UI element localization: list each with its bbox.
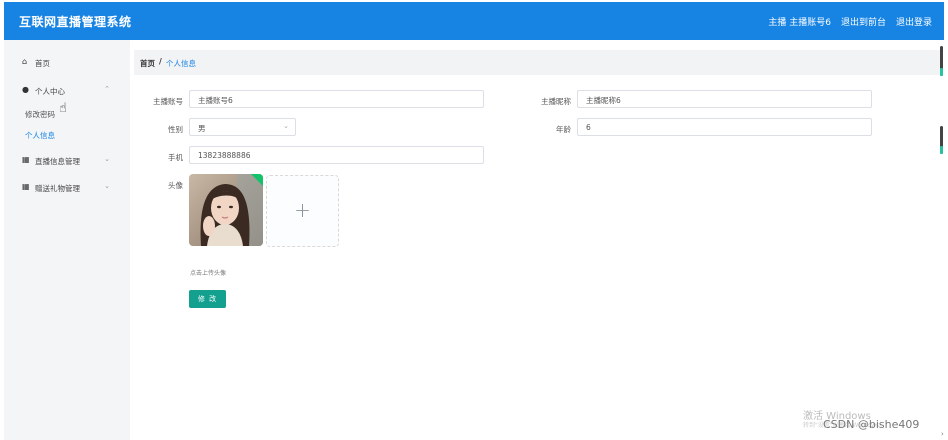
avatar-label: 头像 [168, 181, 183, 190]
scrollbar-accent-secondary [940, 146, 943, 154]
nickname-field[interactable]: 主播昵称6 [577, 90, 872, 108]
phone-label: 手机 [168, 153, 183, 162]
upload-hint: 点击上传头像 [190, 270, 227, 277]
breadcrumb-separator: / [159, 57, 162, 66]
breadcrumb-home[interactable]: 首页 [140, 58, 155, 69]
logout-link[interactable]: 退出登录 [896, 15, 932, 28]
header-actions: 主播 主播账号6 退出到前台 退出登录 [768, 15, 932, 28]
scrollbar-accent [940, 68, 943, 76]
current-user-label: 主播 主播账号6 [768, 18, 831, 28]
user-icon: ● [22, 85, 29, 94]
plus-icon: + [294, 198, 311, 222]
age-label: 年龄 [556, 125, 571, 134]
sidebar-item-personal-center[interactable]: ● 个人中心 ⌃ [4, 81, 130, 101]
account-label: 主播账号 [153, 97, 183, 106]
sidebar-item-gift-mgmt[interactable]: ▦ 赠送礼物管理 ⌄ [4, 178, 130, 198]
phone-field[interactable]: 13823888886 [189, 146, 484, 164]
chevron-down-icon: ⌄ [283, 122, 289, 130]
gender-label: 性别 [168, 125, 183, 134]
home-icon: ⌂ [22, 57, 28, 66]
sidebar-item-label: 首页 [35, 59, 50, 68]
grid-icon: ▦ [22, 182, 30, 191]
gender-select[interactable]: 男 ⌄ [189, 118, 296, 136]
corner-arrow-icon: › [941, 430, 944, 438]
app-title: 互联网直播管理系统 [19, 15, 132, 29]
age-field[interactable]: 6 [577, 118, 872, 136]
sidebar-item-home[interactable]: ⌂ 首页 [4, 53, 130, 73]
gender-value: 男 [198, 124, 206, 133]
update-button[interactable]: 修 改 [189, 290, 226, 308]
chevron-up-icon: ⌃ [104, 85, 110, 93]
nickname-label: 主播昵称 [541, 97, 571, 106]
chevron-down-icon: ⌄ [104, 155, 110, 163]
breadcrumb-current: 个人信息 [166, 59, 196, 68]
grid-icon: ▦ [22, 155, 30, 164]
sidebar-item-label: 个人中心 [35, 87, 65, 96]
account-field[interactable]: 主播账号6 [189, 90, 484, 108]
sidebar-item-label: 直播信息管理 [35, 157, 80, 166]
chevron-down-icon: ⌄ [104, 182, 110, 190]
back-to-frontend-link[interactable]: 退出到前台 [841, 15, 886, 28]
avatar-upload-button[interactable]: + [266, 175, 339, 247]
sidebar-item-label: 赠送礼物管理 [35, 184, 80, 193]
sidebar-subitem-change-password[interactable]: 修改密码 [25, 109, 55, 120]
sidebar-item-live-info[interactable]: ▦ 直播信息管理 ⌄ [4, 151, 130, 171]
breadcrumb: 首页 / 个人信息 [134, 50, 940, 75]
sidebar-subitem-personal-info[interactable]: 个人信息 [25, 130, 55, 141]
top-header: 互联网直播管理系统 主播 主播账号6 退出到前台 退出登录 [4, 2, 944, 40]
sidebar: ⌂ 首页 ● 个人中心 ⌃ 修改密码 个人信息 ▦ 直播信息管理 ⌄ ▦ 赠送礼… [4, 40, 130, 440]
csdn-watermark: CSDN @bishe409 [823, 418, 920, 431]
avatar-image[interactable] [189, 174, 263, 246]
hand-cursor-icon: ☝ [59, 101, 67, 116]
